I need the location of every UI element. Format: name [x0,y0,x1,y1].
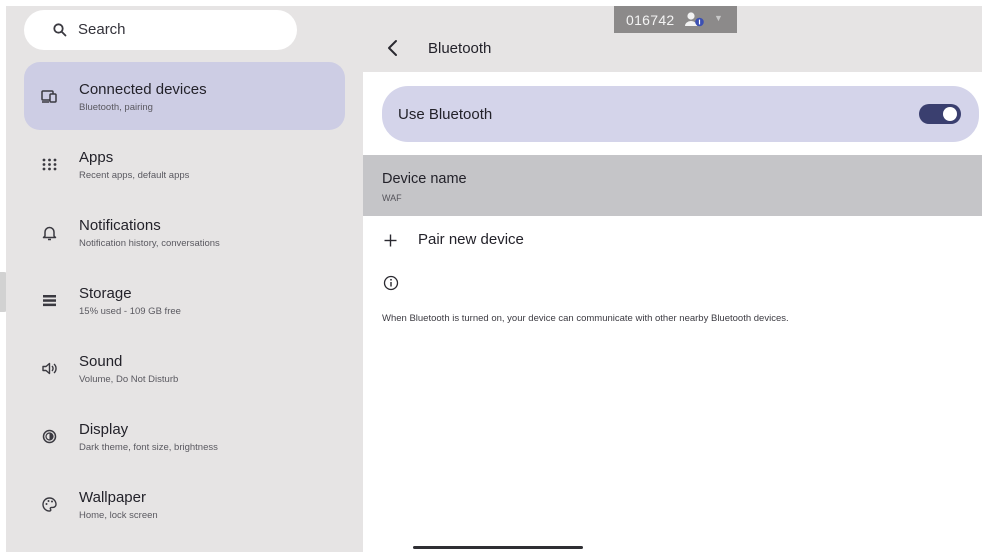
bluetooth-info-text: When Bluetooth is turned on, your device… [382,313,789,324]
sidebar-item-subtitle: Volume, Do Not Disturb [79,374,179,385]
device-name-value: WAF [382,193,402,203]
use-bluetooth-label: Use Bluetooth [398,106,493,123]
apps-grid-icon [42,158,57,171]
sidebar-item-title: Wallpaper [79,489,146,506]
sidebar-item-title: Display [79,421,129,438]
gesture-home-bar[interactable] [413,546,583,549]
sidebar-item-connected-devices[interactable]: Connected devices Bluetooth, pairing [24,62,345,130]
sidebar-item-subtitle: Recent apps, default apps [79,170,190,181]
search-icon [53,23,67,37]
bluetooth-settings-pane: Bluetooth Use Bluetooth Device name WAF … [363,6,982,552]
sidebar-item-subtitle: Bluetooth, pairing [79,102,153,113]
pair-new-device-label: Pair new device [418,231,524,248]
chevron-down-icon: ▼ [714,13,723,23]
sidebar-item-notifications[interactable]: Notifications Notification history, conv… [24,198,345,266]
info-icon [383,275,399,291]
sidebar-item-sound[interactable]: Sound Volume, Do Not Disturb [24,334,345,402]
sidebar-item-subtitle: Home, lock screen [79,510,158,521]
sidebar-item-display[interactable]: Display Dark theme, font size, brightnes… [24,402,345,470]
sidebar-item-wallpaper[interactable]: Wallpaper Home, lock screen [24,470,345,538]
devices-icon [41,90,57,103]
device-name-row[interactable]: Device name WAF [363,155,982,216]
back-arrow-icon[interactable] [385,38,399,58]
sidebar-item-apps[interactable]: Apps Recent apps, default apps [24,130,345,198]
device-name-title: Device name [382,171,467,187]
plus-icon [384,234,397,247]
search-label: Search [78,21,126,38]
switch-knob [943,107,957,121]
sidebar-item-title: Apps [79,149,114,166]
user-icon [685,12,704,27]
palette-icon [42,497,57,512]
sidebar-item-title: Sound [79,353,123,370]
pair-new-device-row[interactable]: Pair new device [363,220,982,262]
sidebar-item-subtitle: Dark theme, font size, brightness [79,442,218,453]
bluetooth-switch[interactable] [919,104,961,124]
sidebar-item-storage[interactable]: Storage 15% used - 109 GB free [24,266,345,334]
storage-icon [43,295,56,307]
sidebar-item-title: Connected devices [79,81,207,98]
page-title: Bluetooth [428,40,492,57]
use-bluetooth-toggle-card[interactable]: Use Bluetooth [382,86,979,142]
session-id: 016742 [626,12,675,28]
sidebar-item-title: Notifications [79,217,161,234]
brightness-icon [42,429,57,444]
search-bar[interactable]: Search [24,10,297,50]
speaker-icon [42,362,57,375]
sidebar-item-title: Storage [79,285,132,302]
settings-sidebar: Search Connected devices Bluetooth, pair… [6,6,363,552]
sidebar-item-subtitle: 15% used - 109 GB free [79,306,181,317]
session-badge[interactable]: 016742 ▼ [614,6,737,33]
bell-icon [42,226,57,241]
sidebar-item-subtitle: Notification history, conversations [79,238,220,249]
